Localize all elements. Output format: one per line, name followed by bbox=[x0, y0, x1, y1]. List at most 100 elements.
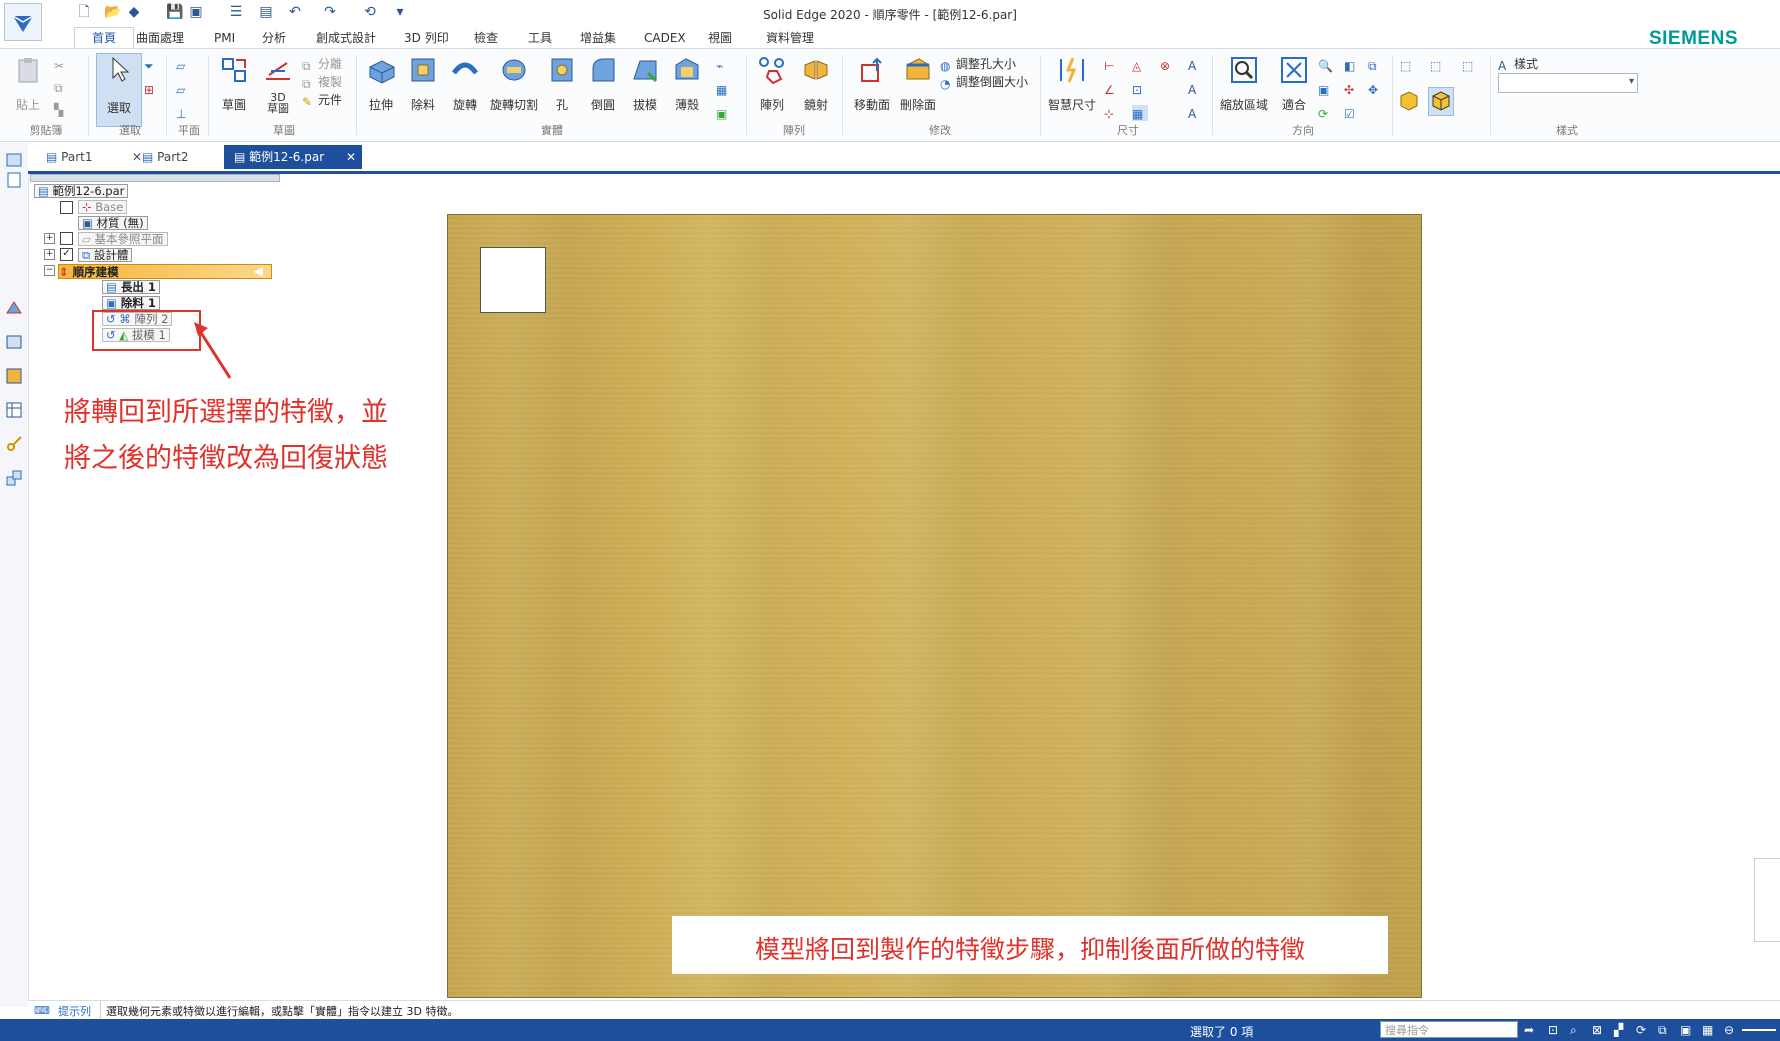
style-dropdown[interactable]: ▾ bbox=[1498, 73, 1638, 93]
key-icon[interactable] bbox=[5, 435, 23, 453]
display-status-icon[interactable]: ▣ bbox=[1680, 1023, 1694, 1037]
component-button[interactable]: ✎ 元件 bbox=[302, 91, 342, 109]
sketch-button[interactable]: 草圖 bbox=[214, 55, 254, 112]
rotate-status-icon[interactable]: ⟳ bbox=[1636, 1023, 1650, 1037]
format-painter-button[interactable]: ▚ bbox=[54, 101, 70, 117]
shaded-status-icon[interactable]: ▦ bbox=[1702, 1023, 1716, 1037]
doc-tab-part2[interactable]: ▤ Part2 ✕ bbox=[142, 145, 248, 169]
sensor-icon[interactable] bbox=[5, 333, 23, 351]
plane-button-2[interactable]: ▱ bbox=[176, 81, 192, 97]
thin-wall-button[interactable]: 薄殼 bbox=[668, 55, 706, 112]
shaded-button[interactable] bbox=[1398, 89, 1420, 114]
extrude-button[interactable]: 拉伸 bbox=[362, 55, 400, 112]
graphics-viewport[interactable] bbox=[447, 214, 1422, 998]
relate-button-1[interactable]: ◬ bbox=[1132, 57, 1148, 73]
fit-status-icon[interactable]: ⊡ bbox=[1548, 1023, 1562, 1037]
text-button-1[interactable]: A bbox=[1188, 57, 1204, 73]
rotate-button[interactable]: ⟳ bbox=[1318, 105, 1334, 121]
rollback-marker-icon[interactable]: ◀ bbox=[254, 264, 263, 278]
tab-3d-print[interactable]: 3D 列印 bbox=[398, 28, 455, 48]
relate-button-4[interactable]: ⊗ bbox=[1160, 57, 1176, 73]
text-button-2[interactable]: A bbox=[1188, 81, 1204, 97]
color-palette-icon[interactable] bbox=[5, 367, 23, 385]
tree-feature-cutout[interactable]: ▣ 除料 1 bbox=[102, 296, 160, 310]
tab-pmi[interactable]: PMI bbox=[208, 28, 241, 48]
select-filter-button[interactable]: ⏷ bbox=[144, 57, 160, 73]
dim-angle-button[interactable]: ∠ bbox=[1104, 81, 1120, 97]
smart-dimension-button[interactable]: 智慧尺寸 bbox=[1046, 55, 1098, 112]
fit-button[interactable]: 適合 bbox=[1274, 55, 1314, 112]
tab-add-ins[interactable]: 增益集 bbox=[574, 28, 622, 48]
command-search-input[interactable]: 搜尋指令 bbox=[1380, 1021, 1518, 1038]
solids-more-3[interactable]: ▣ bbox=[716, 105, 732, 121]
pan-button[interactable]: ▣ bbox=[1318, 81, 1334, 97]
solids-more-1[interactable]: ⌁ bbox=[716, 57, 732, 73]
relate-button-2[interactable]: ⊡ bbox=[1132, 81, 1148, 97]
view-button-2[interactable]: ✣ bbox=[1344, 81, 1360, 97]
base-checkbox[interactable] bbox=[60, 201, 73, 214]
collapse-ordered-icon[interactable]: − bbox=[44, 265, 55, 276]
hidden-edges-button[interactable]: ⬚ bbox=[1462, 57, 1478, 73]
doc-tab-active[interactable]: ▤ 範例12-6.par ✕ bbox=[224, 145, 362, 169]
expand-design-body-icon[interactable]: + bbox=[44, 249, 55, 260]
tab-data-management[interactable]: 資料管理 bbox=[760, 28, 820, 48]
paste-button[interactable]: 貼上 bbox=[10, 55, 46, 112]
tree-feature-protrusion[interactable]: ▤ 長出 1 bbox=[102, 280, 160, 294]
cutout-button[interactable]: 除料 bbox=[404, 55, 442, 112]
view-button-4[interactable]: ⧉ bbox=[1368, 57, 1384, 73]
sketch-3d-button[interactable]: 3D 草圖 bbox=[258, 55, 298, 114]
close-icon[interactable]: ✕ bbox=[346, 145, 356, 169]
tab-tools[interactable]: 工具 bbox=[522, 28, 558, 48]
revolve-button[interactable]: 旋轉 bbox=[446, 55, 484, 112]
copy-button[interactable]: ⧉ bbox=[54, 79, 70, 95]
draft-button[interactable]: 拔模 bbox=[626, 55, 664, 112]
view-cube[interactable] bbox=[480, 247, 546, 313]
design-body-checkbox[interactable]: ✓ bbox=[60, 248, 73, 261]
tab-view[interactable]: 視圖 bbox=[702, 28, 738, 48]
cut-button[interactable]: ✂ bbox=[54, 57, 70, 73]
tree-item-design-body[interactable]: ⧉ 設計體 bbox=[78, 248, 133, 262]
tab-inspect[interactable]: 檢查 bbox=[468, 28, 504, 48]
zoom-out-icon[interactable]: ⊖ bbox=[1724, 1023, 1738, 1037]
wireframe-button[interactable]: ⬚ bbox=[1400, 57, 1416, 73]
view-status-icon[interactable]: ⧉ bbox=[1658, 1023, 1672, 1037]
zoom-slider[interactable] bbox=[1742, 1029, 1776, 1031]
mirror-button[interactable]: 鏡射 bbox=[796, 55, 836, 112]
move-face-button[interactable]: 移動面 bbox=[850, 55, 894, 112]
coordinate-system-button[interactable]: ⊥ bbox=[176, 105, 192, 121]
feature-library-icon[interactable] bbox=[5, 299, 23, 317]
search-go-icon[interactable]: ➦ bbox=[1524, 1023, 1538, 1037]
close-icon[interactable]: ✕ bbox=[132, 145, 142, 169]
copy-sketch-button[interactable]: ⧉ 複製 bbox=[302, 73, 342, 91]
tab-generative-design[interactable]: 創成式設計 bbox=[310, 28, 382, 48]
zoom-status-icon[interactable]: ⌕ bbox=[1570, 1023, 1584, 1037]
resize-round-button[interactable]: ◔ 調整倒圓大小 bbox=[940, 73, 1028, 91]
dim-coord-button[interactable]: ⊹ bbox=[1104, 105, 1120, 121]
select-tool-button[interactable]: 選取 bbox=[96, 53, 142, 127]
pathfinder-icon[interactable] bbox=[5, 151, 23, 169]
solids-more-2[interactable]: ▦ bbox=[716, 81, 732, 97]
plane-button-1[interactable]: ▱ bbox=[176, 57, 192, 73]
relate-button-3[interactable]: ▦ bbox=[1132, 105, 1148, 121]
resize-hole-button[interactable]: ◍ 調整孔大小 bbox=[940, 55, 1016, 73]
tab-cadex[interactable]: CADEX bbox=[638, 28, 692, 48]
tab-surfacing[interactable]: 曲面處理 bbox=[130, 28, 190, 48]
zoom-area-button[interactable]: 縮放區域 bbox=[1218, 55, 1270, 112]
base-planes-checkbox[interactable] bbox=[60, 232, 73, 245]
text-button-3[interactable]: A bbox=[1188, 105, 1204, 121]
prompt-label[interactable]: 提示列 bbox=[58, 1003, 91, 1019]
shaded-with-edges-button[interactable] bbox=[1428, 87, 1454, 116]
tree-item-base-planes[interactable]: ▱ 基本參照平面 bbox=[78, 232, 168, 246]
view-button-5[interactable]: ✥ bbox=[1368, 81, 1384, 97]
doc-tab-part1[interactable]: ▤ Part1 ✕ bbox=[46, 145, 142, 169]
view-button-3[interactable]: ☑ bbox=[1344, 105, 1360, 121]
pan-status-icon[interactable]: ▞ bbox=[1614, 1023, 1628, 1037]
revolve-cut-button[interactable]: 旋轉切割 bbox=[488, 55, 540, 112]
pattern-button[interactable]: 陣列 bbox=[752, 55, 792, 112]
select-manager-button[interactable]: ⊞ bbox=[144, 81, 160, 97]
variable-table-icon[interactable] bbox=[5, 401, 23, 419]
assembly-icon[interactable] bbox=[5, 469, 23, 487]
tree-item-base[interactable]: ⊹ Base bbox=[78, 200, 128, 214]
split-button[interactable]: ⧉ 分離 bbox=[302, 55, 342, 73]
tree-root[interactable]: ▤ 範例12-6.par bbox=[34, 184, 129, 198]
